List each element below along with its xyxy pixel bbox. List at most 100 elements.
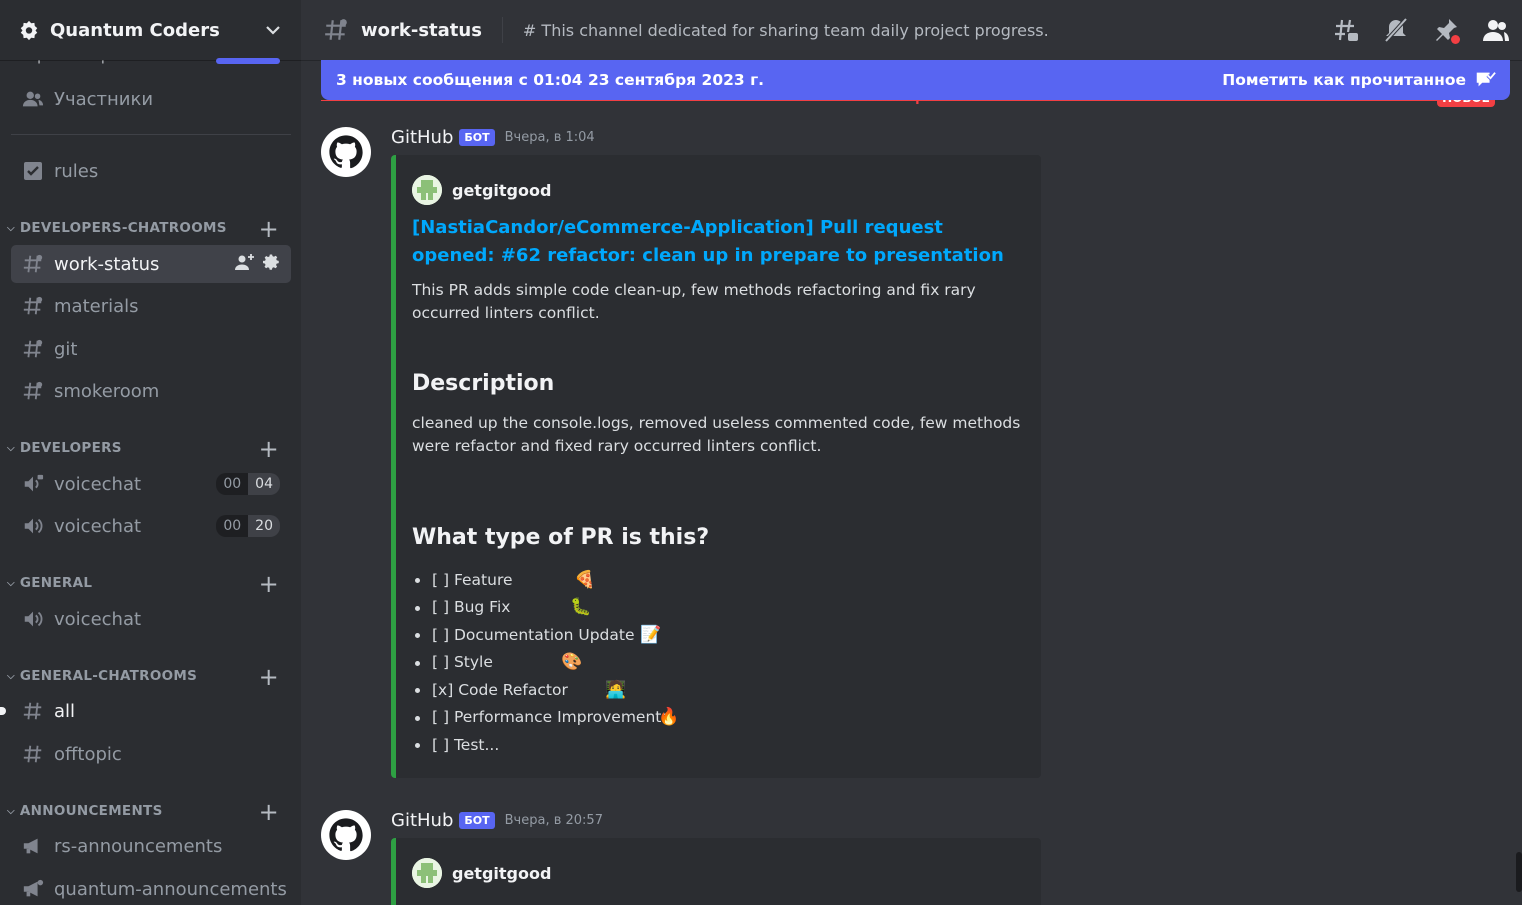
sidebar-item-offtopic[interactable]: offtopic (11, 735, 291, 773)
new-messages-bar[interactable]: 3 новых сообщения с 01:04 23 сентября 20… (321, 60, 1510, 100)
new-messages-text: 3 новых сообщения с 01:04 23 сентября 20… (336, 71, 765, 89)
sidebar-item-voicechat[interactable]: voicechat (11, 600, 291, 638)
speaker-icon (22, 515, 44, 537)
server-name: Quantum Coders (50, 19, 220, 41)
add-channel-icon[interactable]: + (259, 798, 279, 826)
sidebar-item-label: quantum-announcements (54, 878, 287, 900)
sidebar-item-label: git (54, 338, 78, 360)
gear-icon[interactable] (263, 253, 281, 276)
add-channel-icon[interactable]: + (259, 215, 279, 243)
embed-title-link[interactable]: [NastiaCandor/eCommerce-Application] Pul… (412, 214, 1022, 270)
voice-user-count: 00 20 (216, 515, 280, 537)
category-developers-chatrooms[interactable]: ⌵ DEVELOPERS-CHATROOMS + (7, 215, 291, 243)
author-name[interactable]: GitHub (391, 810, 453, 831)
category-label: GENERAL (19, 575, 93, 591)
category-label: DEVELOPERS-CHATROOMS (19, 220, 227, 236)
channel-topic[interactable]: # This channel dedicated for sharing tea… (523, 21, 1049, 40)
sidebar-item-label: work-status (54, 253, 160, 275)
sidebar-item-voicechat[interactable]: voicechat 00 04 (11, 465, 291, 503)
rules-checkbox-icon (22, 160, 44, 182)
technologist-emoji: 🧑‍💻 (605, 679, 627, 700)
scrollbar-thumb[interactable] (1516, 852, 1522, 892)
list-item: [ ] Test... (412, 731, 669, 759)
sidebar-item-all[interactable]: all (11, 692, 291, 730)
sidebar-item-voicechat[interactable]: voicechat 00 20 (11, 507, 291, 545)
memo-emoji: 📝 (640, 624, 662, 645)
chevron-down-icon[interactable] (263, 20, 283, 40)
fire-emoji: 🔥 (658, 707, 680, 728)
list-item: [ ] Style 🎨 (412, 649, 669, 677)
category-general[interactable]: ⌵ GENERAL + (7, 570, 291, 598)
sidebar-item-label: smokeroom (54, 380, 160, 402)
text-channel-thread-icon (22, 338, 44, 360)
github-avatar[interactable] (321, 127, 371, 177)
sidebar-item-rules[interactable]: rules (11, 152, 291, 190)
sidebar-item-git[interactable]: git (11, 330, 291, 368)
mark-as-read-button[interactable]: Пометить как прочитанное (1222, 71, 1466, 89)
add-channel-icon[interactable]: + (259, 570, 279, 598)
category-label: GENERAL-CHATROOMS (19, 668, 198, 684)
voice-user-count: 00 04 (216, 473, 280, 495)
mark-read-icon[interactable] (1474, 69, 1496, 91)
caret-icon: ⌵ (7, 805, 15, 817)
threads-icon[interactable] (1332, 16, 1360, 44)
sidebar-item-quantum-announcements[interactable]: quantum-announcements (11, 870, 291, 905)
channel-title: work-status (361, 19, 482, 41)
channel-sidebar: Quantum Coders Просмотр каналл... Участн… (0, 0, 301, 905)
header-divider (501, 17, 503, 43)
member-list-icon[interactable] (1482, 16, 1510, 44)
sidebar-item-materials[interactable]: materials (11, 287, 291, 325)
category-general-chatrooms[interactable]: ⌵ GENERAL-CHATROOMS + (7, 663, 291, 691)
sidebar-item-work-status[interactable]: work-status (11, 245, 291, 283)
speaker-lock-icon (22, 473, 44, 495)
embed-author[interactable]: getgitgood (412, 175, 551, 205)
message: GitHub БОТ Вчера, в 20:57 getgitgood (321, 810, 1501, 905)
text-channel-thread-icon (22, 253, 44, 275)
invite-member-icon[interactable] (235, 253, 255, 276)
speaker-icon (22, 608, 44, 630)
pr-type-heading: What type of PR is this? (412, 525, 710, 550)
hash-icon (22, 743, 44, 765)
sidebar-item-members[interactable]: Участники (11, 80, 291, 118)
caret-icon: ⌵ (7, 222, 15, 234)
github-embed: getgitgood [NastiaCandor/eCommerce-Appli… (391, 155, 1041, 778)
sidebar-item-label: Участники (54, 88, 154, 110)
message: GitHub БОТ Вчера, в 1:04 getgitgood [Nas… (321, 127, 1501, 787)
description-heading: Description (412, 371, 555, 396)
megaphone-icon (22, 835, 44, 857)
sidebar-item-smokeroom[interactable]: smokeroom (11, 372, 291, 410)
new-pill (216, 58, 280, 64)
caret-icon: ⌵ (7, 442, 15, 454)
sidebar-item-rs-announcements[interactable]: rs-announcements (11, 827, 291, 865)
category-announcements[interactable]: ⌵ ANNOUNCEMENTS + (7, 798, 291, 826)
channel-header: work-status # This channel dedicated for… (301, 0, 1522, 60)
pinned-messages-icon[interactable] (1432, 16, 1460, 44)
category-developers[interactable]: ⌵ DEVELOPERS + (7, 435, 291, 463)
hash-icon (22, 700, 44, 722)
add-channel-icon[interactable]: + (259, 663, 279, 691)
bug-emoji: 🐛 (570, 597, 592, 618)
text-channel-thread-icon (22, 295, 44, 317)
bot-tag: БОТ (459, 812, 495, 829)
members-icon (22, 88, 44, 110)
category-label: ANNOUNCEMENTS (19, 803, 163, 819)
server-header[interactable]: Quantum Coders (0, 0, 301, 60)
sidebar-item-label: offtopic (54, 743, 122, 765)
add-channel-icon[interactable]: + (259, 435, 279, 463)
github-avatar[interactable] (321, 810, 371, 860)
timestamp: Вчера, в 20:57 (504, 813, 603, 828)
mute-bell-icon[interactable] (1382, 16, 1410, 44)
timestamp: Вчера, в 1:04 (504, 130, 595, 145)
megaphone-thread-icon (22, 878, 44, 900)
sidebar-item-label: materials (54, 295, 139, 317)
sidebar-item-label: rs-announcements (54, 835, 223, 857)
description-text: cleaned up the console.logs, removed use… (412, 414, 1021, 455)
list-item: [ ] Documentation Update 📝 (412, 621, 669, 649)
sidebar-item-label: voicechat (54, 608, 142, 630)
list-item: [ ] Bug Fix 🐛 (412, 594, 669, 622)
pizza-emoji: 🍕 (574, 569, 596, 590)
author-name[interactable]: GitHub (391, 127, 453, 148)
caret-icon: ⌵ (7, 577, 15, 589)
embed-author[interactable]: getgitgood (412, 858, 551, 888)
identicon-avatar (412, 858, 442, 888)
